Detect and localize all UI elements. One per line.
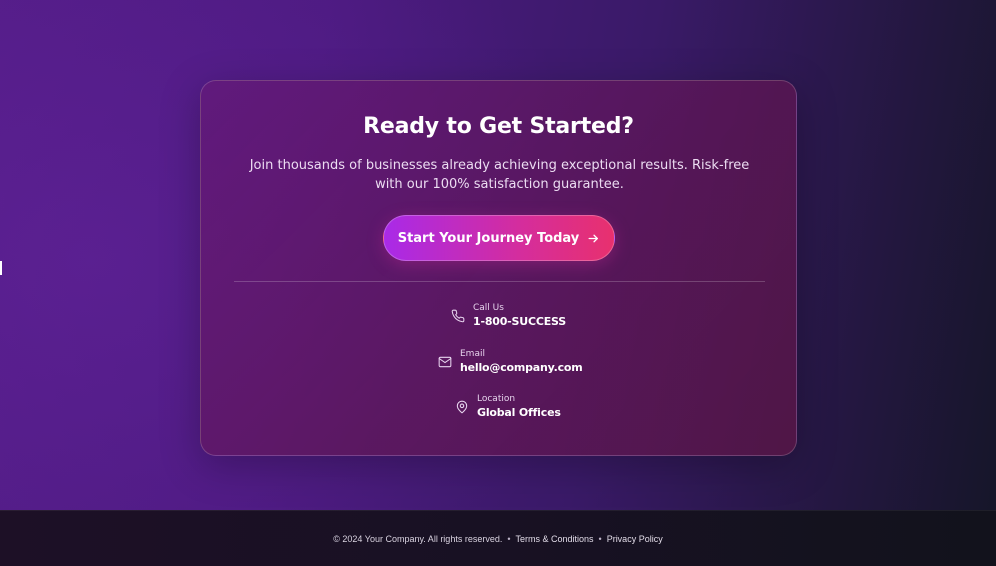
contact-phone-text: Call Us 1-800-SUCCESS [473, 303, 566, 329]
privacy-link[interactable]: Privacy Policy [607, 534, 663, 544]
map-pin-icon [456, 400, 468, 414]
contact-phone[interactable]: Call Us 1-800-SUCCESS [451, 303, 566, 329]
phone-icon [451, 309, 465, 323]
footer-separator: • [598, 533, 602, 544]
start-journey-button[interactable]: Start Your Journey Today [383, 215, 615, 261]
contact-location[interactable]: Location Global Offices [455, 394, 561, 420]
footer: © 2024 Your Company. All rights reserved… [0, 510, 996, 566]
footer-separator: • [507, 533, 511, 544]
edge-marker [0, 261, 2, 275]
start-journey-button-label: Start Your Journey Today [397, 230, 580, 246]
contact-value: 1-800-SUCCESS [473, 315, 567, 328]
divider [234, 281, 765, 282]
terms-link[interactable]: Terms & Conditions [516, 534, 594, 544]
footer-copyright: © 2024 Your Company. All rights reserved… [333, 533, 503, 544]
contact-label: Location [477, 394, 516, 404]
arrow-right-icon [588, 234, 599, 242]
cta-card: Ready to Get Started? Join thousands of … [200, 80, 797, 456]
contact-email[interactable]: Email hello@company.com [438, 349, 583, 375]
contact-value: Global Offices [477, 406, 561, 419]
contact-email-text: Email hello@company.com [460, 349, 583, 375]
contact-label: Call Us [473, 303, 504, 313]
cta-subtext: Join thousands of businesses already ach… [249, 158, 750, 192]
cta-headline: Ready to Get Started? [363, 114, 634, 139]
contact-label: Email [460, 349, 485, 359]
contact-value: hello@company.com [460, 361, 583, 374]
contact-location-text: Location Global Offices [477, 394, 561, 420]
mail-icon [438, 356, 452, 368]
